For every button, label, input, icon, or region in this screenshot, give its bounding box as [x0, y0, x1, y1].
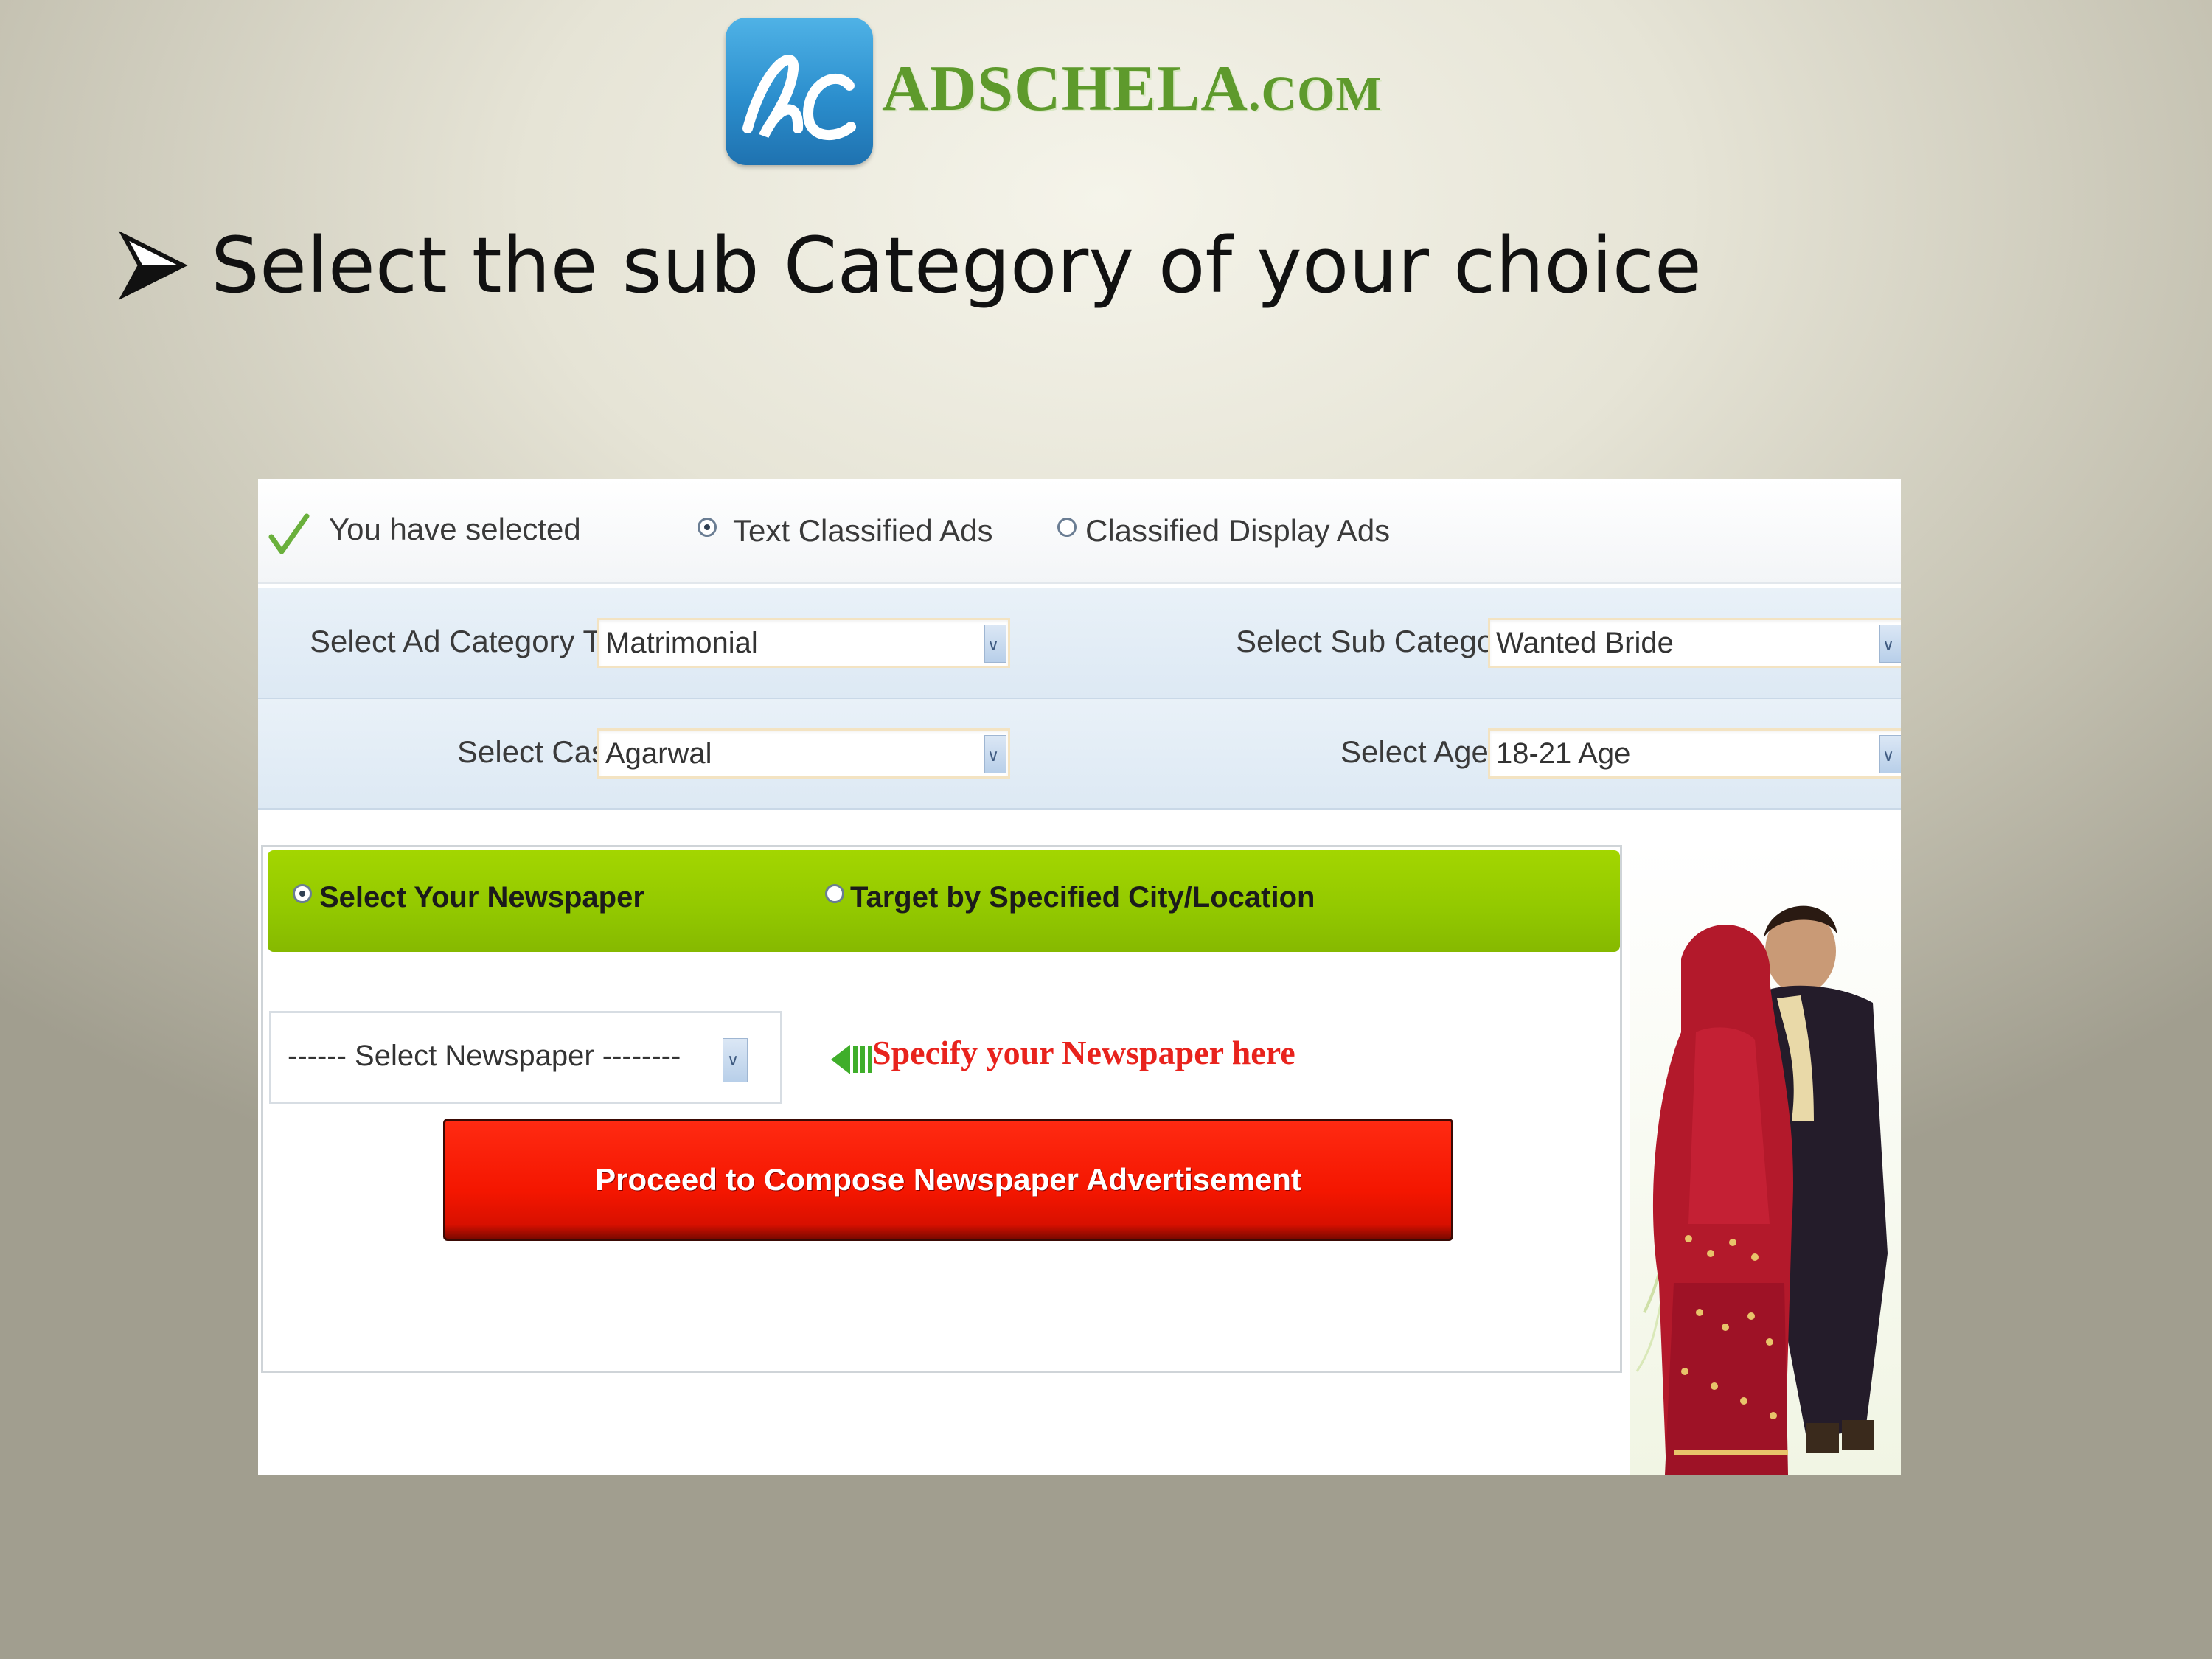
logo-tld: .COM	[1248, 67, 1382, 121]
radio-classified-display[interactable]	[1057, 518, 1077, 537]
ad-form-panel: You have selected Text Classified Ads Cl…	[258, 479, 1901, 1475]
chevron-down-icon[interactable]: ∨	[984, 625, 1006, 663]
logo-name: ADSCHELA	[882, 53, 1248, 125]
newspaper-hint: Specify your Newspaper here	[872, 1034, 1295, 1071]
chevron-down-icon[interactable]: ∨	[1879, 735, 1901, 773]
age-value: 18-21 Age	[1496, 737, 1631, 770]
cast-value: Agarwal	[605, 737, 712, 770]
chevron-down-icon[interactable]: ∨	[1879, 625, 1901, 663]
slide-heading: Select the sub Category of your choice	[118, 214, 1702, 317]
targeting-bar: Select Your Newspaper Target by Specifie…	[268, 850, 1620, 952]
radio-text-classified[interactable]	[698, 518, 717, 537]
radio-select-newspaper[interactable]	[293, 884, 312, 903]
newspaper-box: Select Your Newspaper Target by Specifie…	[261, 845, 1622, 1373]
radio-classified-display-label[interactable]: Classified Display Ads	[1085, 513, 1390, 549]
arrow-bullet-icon	[118, 231, 188, 300]
newspaper-select[interactable]: ------ Select Newspaper -------- ∨	[269, 1011, 782, 1104]
radio-select-newspaper-label[interactable]: Select Your Newspaper	[319, 881, 644, 914]
check-icon	[268, 513, 310, 554]
heading-text: Select the sub Category of your choice	[211, 220, 1702, 310]
couple-photo	[1630, 841, 1901, 1475]
ad-category-value: Matrimonial	[605, 627, 758, 659]
newspaper-select-value: ------ Select Newspaper --------	[288, 1040, 681, 1072]
radio-target-city[interactable]	[825, 884, 844, 903]
sub-category-value: Wanted Bride	[1496, 627, 1674, 659]
logo-mark	[726, 18, 873, 165]
chevron-down-icon[interactable]: ∨	[723, 1038, 748, 1082]
age-label: Select Age :	[1340, 734, 1506, 769]
ad-type-row: You have selected Text Classified Ads Cl…	[258, 479, 1901, 584]
cast-select[interactable]: Agarwal ∨	[597, 728, 1010, 779]
selected-label: You have selected	[329, 512, 581, 546]
category-row: Select Ad Category Type : Matrimonial ∨ …	[258, 588, 1901, 700]
logo-text: ADSCHELA .COM	[882, 52, 1382, 133]
chevron-down-icon[interactable]: ∨	[984, 735, 1006, 773]
radio-target-city-label[interactable]: Target by Specified City/Location	[850, 881, 1315, 914]
ad-category-select[interactable]: Matrimonial ∨	[597, 618, 1010, 668]
radio-text-classified-label[interactable]: Text Classified Ads	[733, 513, 993, 549]
cast-age-row: Select Cast : Agarwal ∨ Select Age : 18-…	[258, 699, 1901, 810]
age-select[interactable]: 18-21 Age ∨	[1488, 728, 1901, 779]
proceed-button[interactable]: Proceed to Compose Newspaper Advertiseme…	[443, 1119, 1453, 1241]
arrow-left-icon	[831, 1045, 872, 1074]
sub-category-select[interactable]: Wanted Bride ∨	[1488, 618, 1901, 668]
logo-ac-icon	[742, 55, 856, 141]
